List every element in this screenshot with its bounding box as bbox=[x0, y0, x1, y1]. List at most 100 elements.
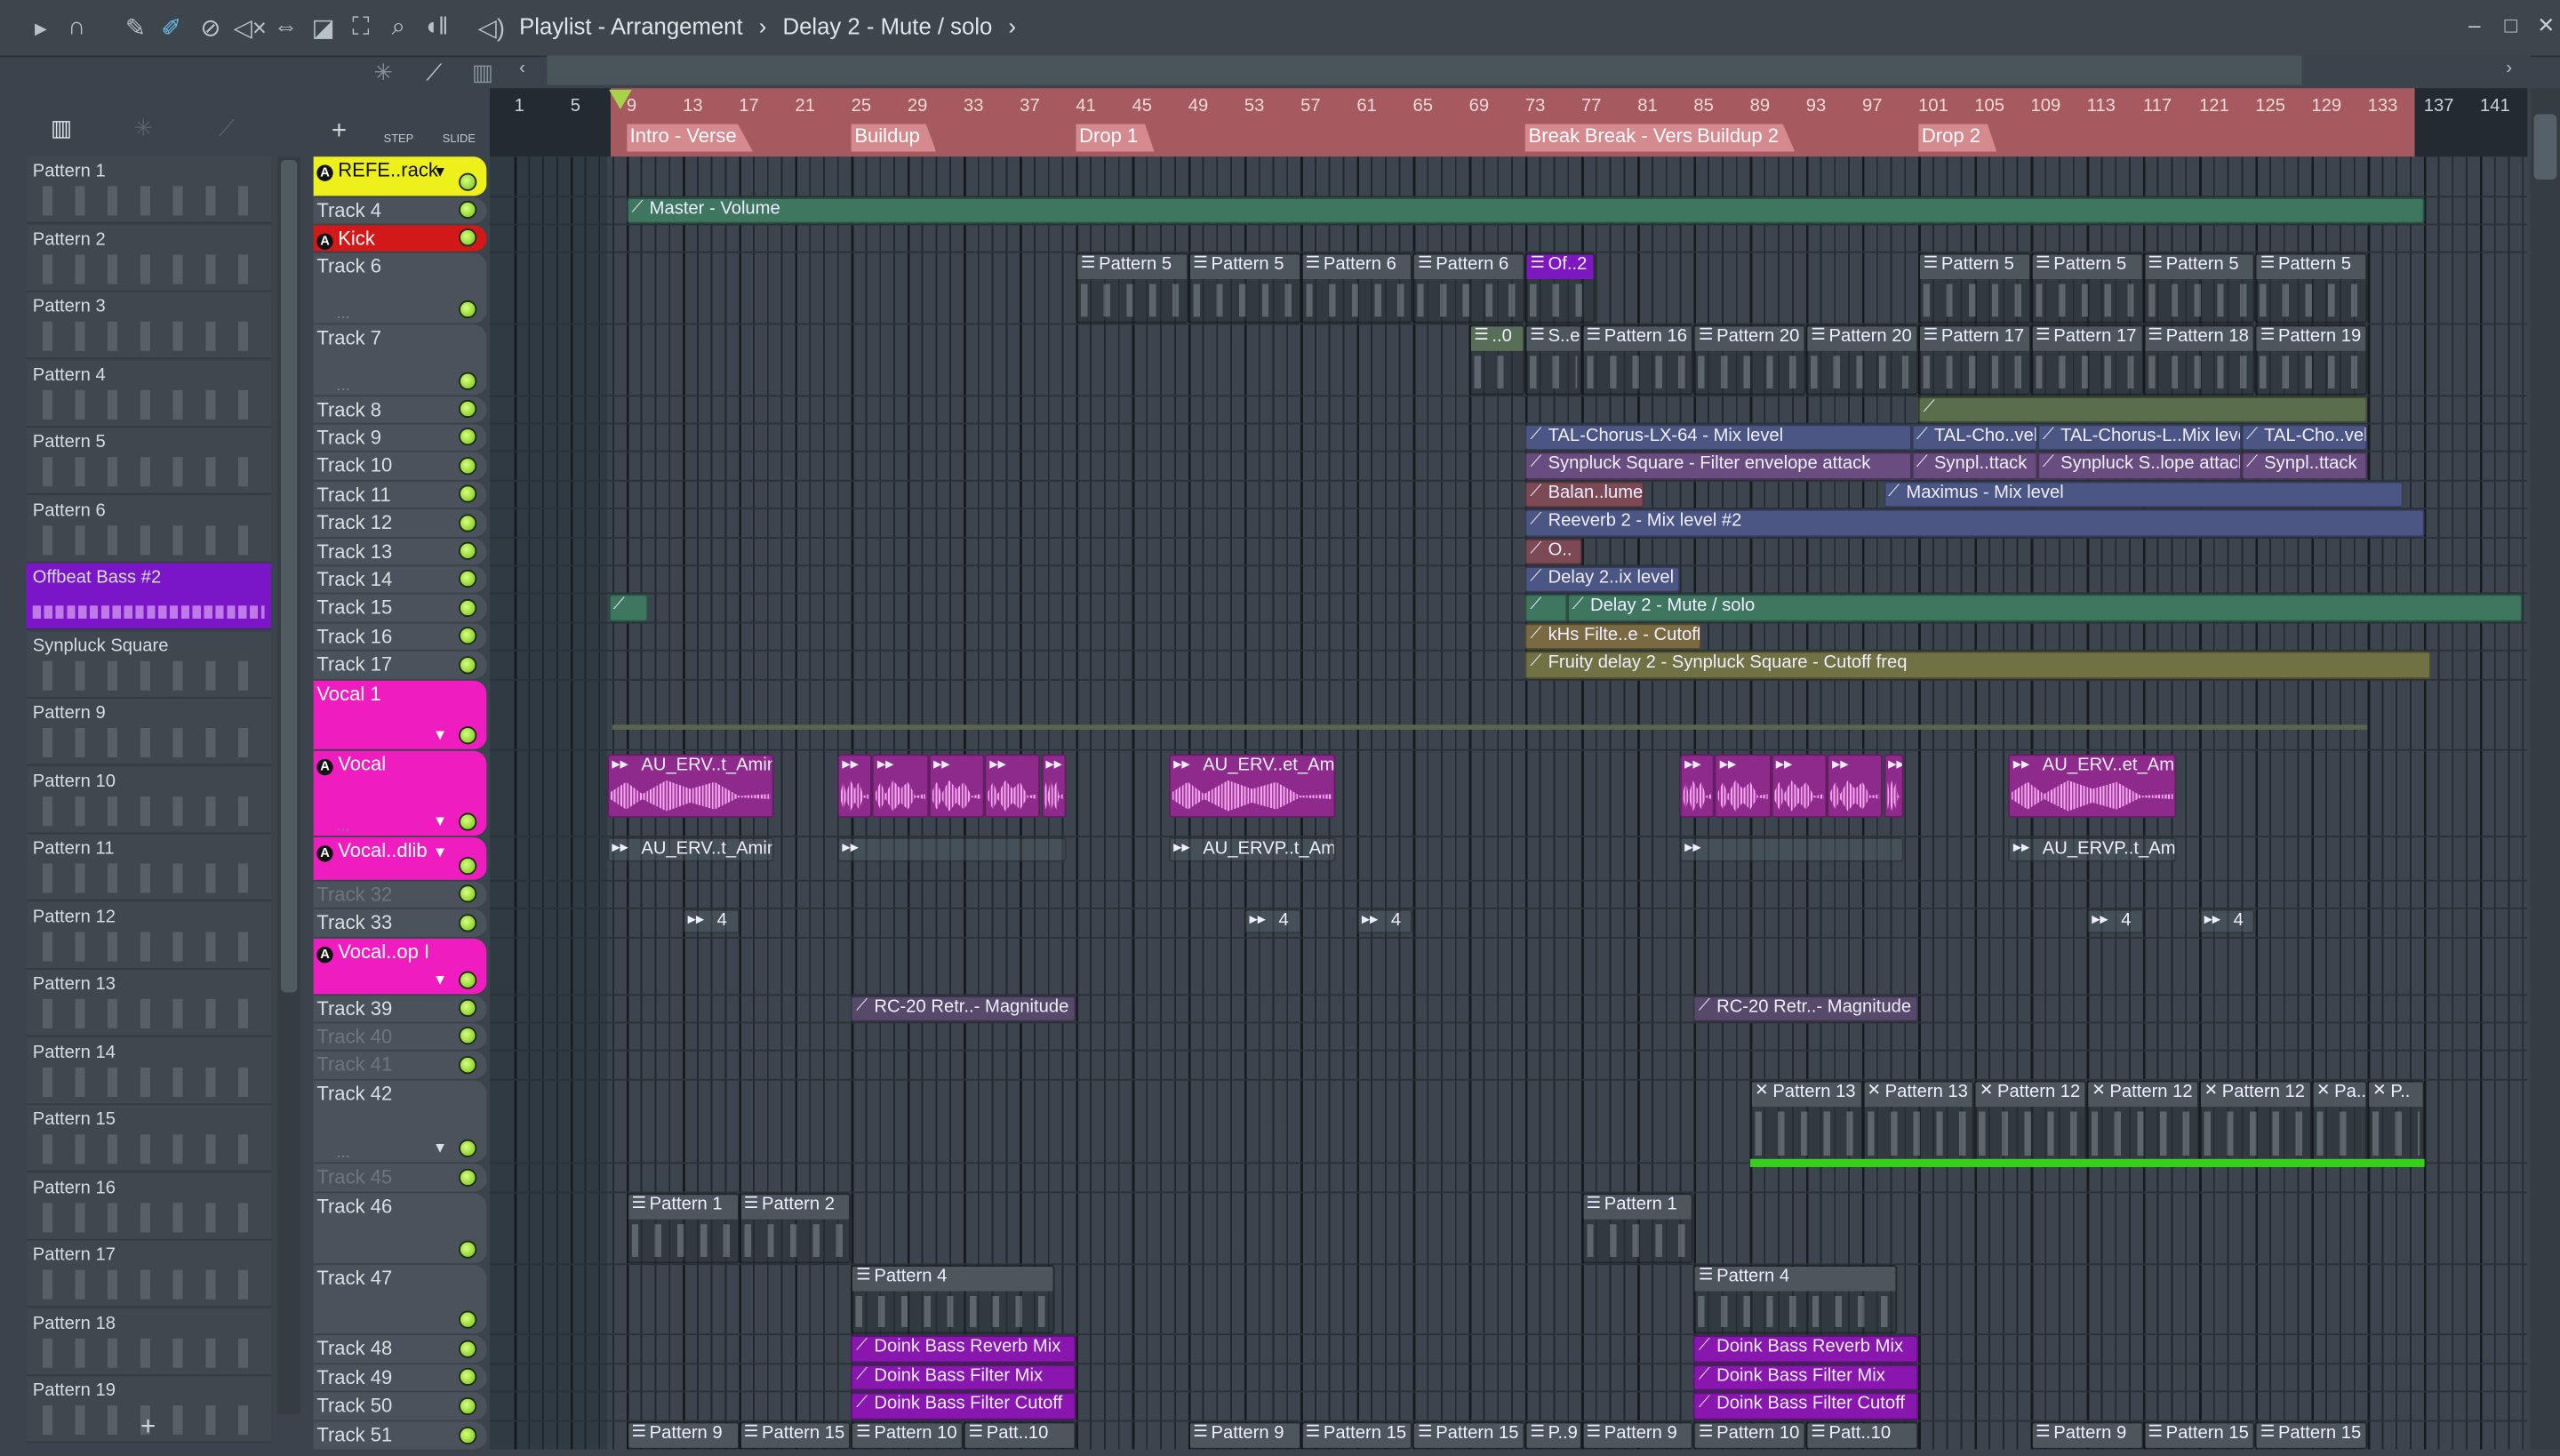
clip[interactable]: ⟋ Synpl..ttack bbox=[1911, 452, 2038, 480]
clip[interactable]: ☰ Pattern 1 bbox=[626, 1193, 740, 1264]
clip[interactable]: ⟋ Delay 2..ix level bbox=[1524, 566, 1680, 593]
clip[interactable]: ☰ ..0 bbox=[1468, 324, 1525, 396]
track-mute-led[interactable] bbox=[459, 726, 477, 745]
clip[interactable]: ▸▸ bbox=[836, 754, 873, 818]
clip[interactable]: ▸▸ AU_ERV..et_Amin bbox=[2008, 754, 2177, 818]
track-mute-led[interactable] bbox=[459, 300, 477, 319]
track-header[interactable]: A Kick bbox=[313, 225, 487, 253]
pencil-icon[interactable]: ✎ bbox=[121, 13, 150, 43]
pattern-item[interactable]: Pattern 11 bbox=[26, 834, 271, 901]
picker-scroll-thumb[interactable] bbox=[280, 159, 298, 993]
clip[interactable]: ⟋ bbox=[1918, 396, 2368, 423]
track-header[interactable]: Track 45 bbox=[313, 1164, 487, 1194]
playlist-overview[interactable] bbox=[547, 55, 2302, 85]
clip[interactable]: ⟋ Doink Bass Filter Mix bbox=[851, 1364, 1076, 1391]
track-mute-led[interactable] bbox=[459, 514, 477, 532]
clip[interactable]: ☰ Pattern 15 bbox=[1300, 1421, 1413, 1450]
track-header[interactable]: Track 14 bbox=[313, 566, 487, 595]
clip[interactable]: ☰ Patt..10 bbox=[1805, 1421, 1919, 1450]
dropdown-arrow-icon[interactable]: ▼ bbox=[433, 1140, 447, 1156]
track-mute-led[interactable] bbox=[459, 971, 477, 989]
clip[interactable]: ⟋ Balan..lume bbox=[1524, 481, 1645, 508]
track-header[interactable]: Track 12 bbox=[313, 508, 487, 539]
track-header[interactable]: Track 15 bbox=[313, 594, 487, 624]
pattern-item[interactable]: Offbeat Bass #2 bbox=[26, 563, 271, 630]
track-header[interactable]: Track 39 bbox=[313, 996, 487, 1024]
clip[interactable]: ☰ Pattern 15 bbox=[2255, 1421, 2368, 1450]
pattern-item[interactable]: Pattern 4 bbox=[26, 359, 271, 428]
track-header[interactable]: Track 9 bbox=[313, 424, 487, 452]
pattern-item[interactable]: Pattern 6 bbox=[26, 495, 271, 563]
clip[interactable]: ⟋ Doink Bass Reverb Mix bbox=[851, 1335, 1076, 1364]
clip[interactable]: ✕ Pattern 12 bbox=[2086, 1080, 2200, 1163]
track-mute-led[interactable] bbox=[459, 569, 477, 588]
piano-roll-icon[interactable]: ▥ bbox=[472, 59, 493, 86]
clip[interactable]: ▸▸ 4 bbox=[1356, 908, 1413, 934]
clip[interactable]: ▸▸ 4 bbox=[1244, 908, 1301, 934]
clip[interactable]: ⟋ Master - Volume bbox=[626, 197, 2424, 224]
clip[interactable]: ⟋ Synpluck S..lope attack bbox=[2037, 452, 2242, 480]
clip[interactable]: ☰ Pattern 15 bbox=[2142, 1421, 2256, 1450]
track-mute-led[interactable] bbox=[459, 372, 477, 390]
clip[interactable]: ☰ Pattern 18 bbox=[2142, 324, 2256, 396]
track-mute-led[interactable] bbox=[459, 541, 477, 560]
clip[interactable]: ☰ Pattern 15 bbox=[739, 1421, 852, 1450]
clip[interactable]: ▸▸ bbox=[836, 837, 1067, 862]
pattern-item[interactable]: Pattern 10 bbox=[26, 766, 271, 834]
clip[interactable]: ▸▸ AU_ERVP..t_Amin bbox=[1168, 837, 1336, 862]
dropdown-arrow-icon[interactable]: ▼ bbox=[433, 844, 447, 860]
track-mute-led[interactable] bbox=[459, 1367, 477, 1387]
clip[interactable]: ▸▸ AU_ERVP..t_Amin bbox=[2008, 837, 2177, 862]
clip[interactable]: ▸▸ bbox=[1040, 754, 1067, 818]
arrangement-marker[interactable]: Buildup 2 bbox=[1693, 124, 1796, 152]
pattern-item[interactable]: Pattern 18 bbox=[26, 1308, 271, 1376]
clip[interactable]: ☰ Pattern 6 bbox=[1300, 252, 1413, 324]
clip[interactable]: ☰ Pattern 5 bbox=[1076, 252, 1188, 324]
track-mute-led[interactable] bbox=[459, 857, 477, 876]
track-mute-led[interactable] bbox=[459, 656, 477, 675]
track-header[interactable]: Track 16 bbox=[313, 623, 487, 652]
clip[interactable]: ☰ Pattern 5 bbox=[1188, 252, 1301, 324]
clip[interactable]: ☰ Patt..10 bbox=[964, 1421, 1076, 1450]
clip[interactable]: ⟋ TAL-Chorus-LX-64 - Mix level bbox=[1524, 424, 1912, 451]
track-mute-led[interactable] bbox=[459, 1139, 477, 1157]
clip[interactable]: ☰ Pattern 5 bbox=[2255, 252, 2368, 324]
clip[interactable]: ▸▸ 4 bbox=[683, 908, 740, 934]
slice-icon[interactable]: ◪ bbox=[308, 13, 338, 43]
add-track-button[interactable]: + bbox=[332, 117, 347, 147]
arrangement-marker[interactable]: Drop 1 bbox=[1076, 124, 1155, 152]
clip[interactable]: ✕ Pattern 13 bbox=[1749, 1080, 1862, 1163]
clip[interactable]: ⟋ Synpl..ttack bbox=[2241, 452, 2368, 480]
dropdown-arrow-icon[interactable]: ▼ bbox=[433, 972, 447, 988]
track-header[interactable]: Track 42 ▼... bbox=[313, 1080, 487, 1164]
clip[interactable]: ⟋ kHs Filte..e - Cutoff bbox=[1524, 623, 1701, 650]
clip[interactable]: ▸▸ bbox=[1883, 754, 1905, 818]
track-mute-led[interactable] bbox=[459, 1396, 477, 1416]
clip[interactable]: ⟋ Doink Bass Reverb Mix bbox=[1693, 1335, 1919, 1364]
track-header[interactable]: Track 50 bbox=[313, 1392, 487, 1422]
clip[interactable]: ☰ P..9 bbox=[1524, 1421, 1582, 1450]
track-header[interactable]: Track 33 bbox=[313, 908, 487, 939]
clip[interactable]: ☰ Pattern 5 bbox=[2142, 252, 2256, 324]
track-mute-led[interactable] bbox=[459, 399, 477, 419]
clip[interactable]: ▸▸ bbox=[872, 754, 929, 818]
clip[interactable]: ⟋ bbox=[1524, 594, 1568, 622]
arrangement-marker[interactable]: Drop 2 bbox=[1918, 124, 1997, 152]
play-arrow-icon[interactable]: ▸ bbox=[26, 13, 55, 43]
clip[interactable]: ⟋ Delay 2 - Mute / solo bbox=[1567, 594, 2523, 622]
track-header[interactable]: Track 8 bbox=[313, 396, 487, 425]
track-mute-led[interactable] bbox=[459, 428, 477, 446]
piano-roll-icon[interactable]: ▥ bbox=[51, 115, 72, 142]
maximize-button[interactable]: □ bbox=[2505, 13, 2517, 38]
track-mute-led[interactable] bbox=[459, 1340, 477, 1358]
slip-icon[interactable]: ⇔ bbox=[271, 13, 300, 41]
track-header[interactable]: Track 11 bbox=[313, 481, 487, 509]
track-header[interactable]: A Vocal..dlib ▼ bbox=[313, 837, 487, 882]
clip[interactable]: ☰ S..e bbox=[1524, 324, 1582, 396]
pattern-item[interactable]: Pattern 2 bbox=[26, 224, 271, 292]
clip[interactable]: ☰ Pattern 10 bbox=[851, 1421, 964, 1450]
dropdown-arrow-icon[interactable]: ▼ bbox=[433, 726, 447, 742]
clip[interactable]: ⟋ O.. bbox=[1524, 538, 1582, 565]
clip[interactable]: ⟋ RC-20 Retr..- Magnitude bbox=[851, 996, 1076, 1022]
pattern-item[interactable]: Pattern 12 bbox=[26, 901, 271, 969]
